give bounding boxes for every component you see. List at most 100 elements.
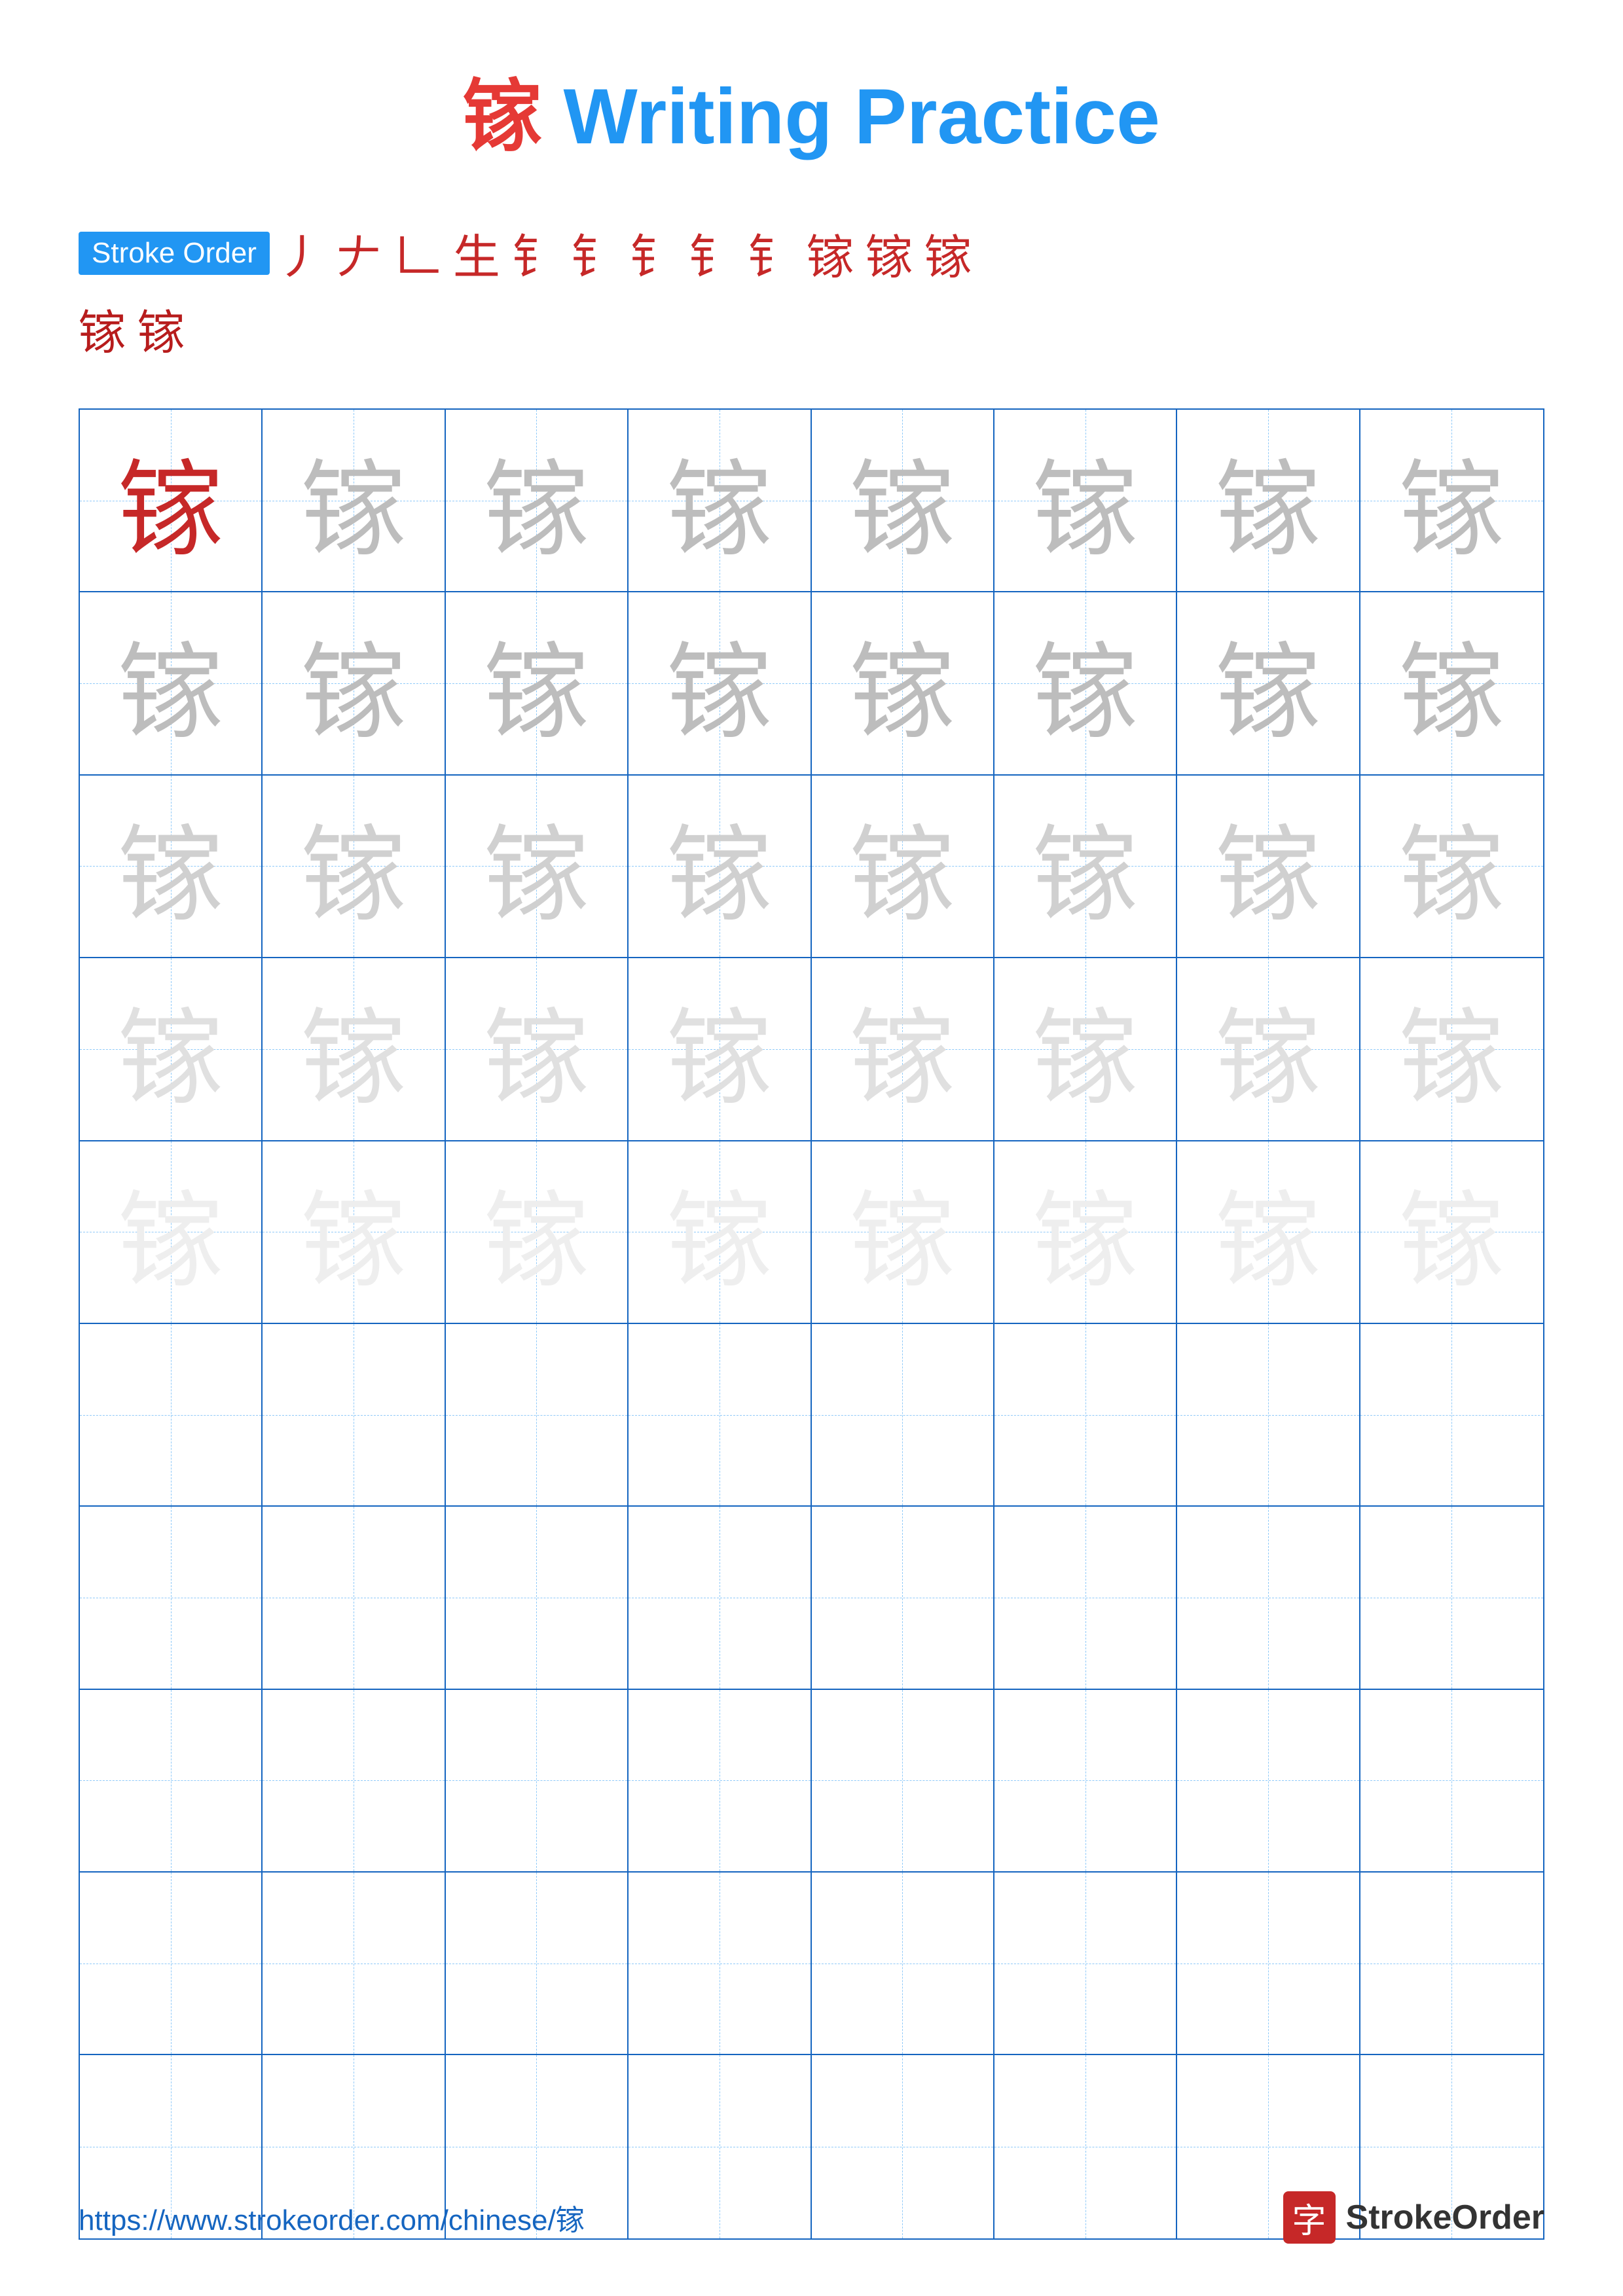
grid-cell-9-3[interactable] — [446, 1873, 629, 2055]
grid-cell-6-5[interactable] — [812, 1324, 994, 1507]
grid-cell-9-2[interactable] — [263, 1873, 445, 2055]
grid-cell-5-2[interactable]: 镓 — [263, 1141, 445, 1324]
grid-cell-3-7[interactable]: 镓 — [1177, 776, 1360, 958]
grid-row-5: 镓 镓 镓 镓 镓 镓 镓 镓 — [80, 1141, 1543, 1324]
grid-cell-8-3[interactable] — [446, 1690, 629, 1873]
grid-cell-8-2[interactable] — [263, 1690, 445, 1873]
stroke-order-row1: Stroke Order 丿 𠂇 𠃊 生 钅 钅 钅 钅 钅 镓 镓 镓 — [79, 219, 1544, 287]
grid-cell-3-1[interactable]: 镓 — [80, 776, 263, 958]
grid-cell-6-3[interactable] — [446, 1324, 629, 1507]
cell-char-light: 镓 — [850, 973, 955, 1125]
cell-char-light: 镓 — [667, 790, 772, 942]
grid-cell-2-6[interactable]: 镓 — [994, 592, 1177, 775]
cell-char-light: 镓 — [850, 1156, 955, 1308]
grid-cell-3-6[interactable]: 镓 — [994, 776, 1177, 958]
grid-cell-7-7[interactable] — [1177, 1507, 1360, 1689]
grid-row-6 — [80, 1324, 1543, 1507]
grid-row-9 — [80, 1873, 1543, 2055]
cell-char-light: 镓 — [1399, 790, 1504, 942]
grid-cell-7-2[interactable] — [263, 1507, 445, 1689]
grid-cell-7-5[interactable] — [812, 1507, 994, 1689]
grid-cell-4-2[interactable]: 镓 — [263, 958, 445, 1141]
grid-cell-2-4[interactable]: 镓 — [629, 592, 811, 775]
grid-cell-3-5[interactable]: 镓 — [812, 776, 994, 958]
grid-cell-6-8[interactable] — [1360, 1324, 1543, 1507]
grid-cell-6-1[interactable] — [80, 1324, 263, 1507]
cell-char-light: 镓 — [484, 425, 589, 577]
grid-cell-2-1[interactable]: 镓 — [80, 592, 263, 775]
grid-cell-2-5[interactable]: 镓 — [812, 592, 994, 775]
grid-cell-5-8[interactable]: 镓 — [1360, 1141, 1543, 1324]
grid-cell-9-4[interactable] — [629, 1873, 811, 2055]
stroke-8: 钅 — [689, 219, 736, 287]
cell-char-light: 镓 — [667, 607, 772, 759]
grid-cell-4-7[interactable]: 镓 — [1177, 958, 1360, 1141]
cell-char-light: 镓 — [1033, 973, 1138, 1125]
grid-cell-1-8[interactable]: 镓 — [1360, 410, 1543, 592]
grid-cell-5-1[interactable]: 镓 — [80, 1141, 263, 1324]
grid-cell-8-6[interactable] — [994, 1690, 1177, 1873]
grid-cell-3-8[interactable]: 镓 — [1360, 776, 1543, 958]
grid-cell-6-4[interactable] — [629, 1324, 811, 1507]
grid-cell-3-3[interactable]: 镓 — [446, 776, 629, 958]
grid-cell-7-3[interactable] — [446, 1507, 629, 1689]
grid-cell-2-8[interactable]: 镓 — [1360, 592, 1543, 775]
grid-cell-6-7[interactable] — [1177, 1324, 1360, 1507]
grid-cell-4-5[interactable]: 镓 — [812, 958, 994, 1141]
grid-cell-8-1[interactable] — [80, 1690, 263, 1873]
grid-cell-7-6[interactable] — [994, 1507, 1177, 1689]
grid-cell-9-1[interactable] — [80, 1873, 263, 2055]
grid-cell-3-4[interactable]: 镓 — [629, 776, 811, 958]
grid-cell-8-5[interactable] — [812, 1690, 994, 1873]
grid-cell-1-7[interactable]: 镓 — [1177, 410, 1360, 592]
grid-cell-4-8[interactable]: 镓 — [1360, 958, 1543, 1141]
stroke-2: 𠂇 — [335, 219, 382, 287]
footer-url[interactable]: https://www.strokeorder.com/chinese/镓 — [79, 2197, 585, 2238]
grid-cell-1-6[interactable]: 镓 — [994, 410, 1177, 592]
grid-cell-5-3[interactable]: 镓 — [446, 1141, 629, 1324]
cell-char-light: 镓 — [1216, 607, 1321, 759]
grid-cell-8-7[interactable] — [1177, 1690, 1360, 1873]
grid-cell-1-4[interactable]: 镓 — [629, 410, 811, 592]
stroke-11: 镓 — [866, 219, 913, 287]
stroke-6: 钅 — [571, 219, 618, 287]
grid-cell-1-5[interactable]: 镓 — [812, 410, 994, 592]
grid-cell-3-2[interactable]: 镓 — [263, 776, 445, 958]
grid-cell-5-6[interactable]: 镓 — [994, 1141, 1177, 1324]
grid-cell-7-8[interactable] — [1360, 1507, 1543, 1689]
grid-cell-9-7[interactable] — [1177, 1873, 1360, 2055]
grid-cell-5-7[interactable]: 镓 — [1177, 1141, 1360, 1324]
stroke-1: 丿 — [276, 219, 323, 287]
grid-cell-1-1[interactable]: 镓 — [80, 410, 263, 592]
grid-cell-4-4[interactable]: 镓 — [629, 958, 811, 1141]
grid-cell-1-3[interactable]: 镓 — [446, 410, 629, 592]
cell-char-light: 镓 — [1399, 425, 1504, 577]
grid-cell-7-1[interactable] — [80, 1507, 263, 1689]
grid-cell-6-2[interactable] — [263, 1324, 445, 1507]
grid-cell-4-1[interactable]: 镓 — [80, 958, 263, 1141]
grid-cell-8-4[interactable] — [629, 1690, 811, 1873]
grid-cell-4-3[interactable]: 镓 — [446, 958, 629, 1141]
grid-cell-9-5[interactable] — [812, 1873, 994, 2055]
grid-cell-2-2[interactable]: 镓 — [263, 592, 445, 775]
footer: https://www.strokeorder.com/chinese/镓 字 … — [79, 2191, 1544, 2244]
grid-cell-2-3[interactable]: 镓 — [446, 592, 629, 775]
stroke-4: 生 — [453, 219, 500, 287]
grid-cell-1-2[interactable]: 镓 — [263, 410, 445, 592]
grid-cell-5-4[interactable]: 镓 — [629, 1141, 811, 1324]
grid-cell-5-5[interactable]: 镓 — [812, 1141, 994, 1324]
grid-cell-2-7[interactable]: 镓 — [1177, 592, 1360, 775]
stroke-10: 镓 — [807, 219, 854, 287]
grid-cell-8-8[interactable] — [1360, 1690, 1543, 1873]
cell-char-light: 镓 — [484, 973, 589, 1125]
grid-cell-7-4[interactable] — [629, 1507, 811, 1689]
cell-char-light: 镓 — [484, 607, 589, 759]
grid-cell-9-8[interactable] — [1360, 1873, 1543, 2055]
grid-cell-4-6[interactable]: 镓 — [994, 958, 1177, 1141]
grid-cell-6-6[interactable] — [994, 1324, 1177, 1507]
cell-char-light: 镓 — [1216, 790, 1321, 942]
cell-char-light: 镓 — [1216, 425, 1321, 577]
grid-cell-9-6[interactable] — [994, 1873, 1177, 2055]
cell-char-light: 镓 — [667, 425, 772, 577]
cell-char-light: 镓 — [1399, 973, 1504, 1125]
